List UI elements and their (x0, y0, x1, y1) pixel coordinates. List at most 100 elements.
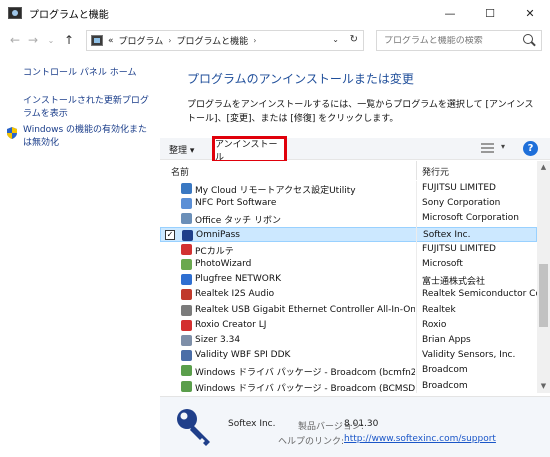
photo-icon (181, 259, 192, 270)
control-panel-folder-icon (91, 35, 103, 46)
breadcrumb-programs[interactable]: プログラム (119, 34, 164, 47)
installed-updates-link[interactable]: インストールされた更新プログラムを表示 (23, 95, 155, 121)
program-row[interactable]: PCカルテ FUJITSU LIMITED (160, 242, 537, 257)
help-icon[interactable]: ? (523, 141, 538, 156)
window-title: プログラムと機能 (29, 9, 109, 21)
left-pane: コントロール パネル ホーム インストールされた更新プログラムを表示 Windo… (0, 54, 160, 457)
program-name: Roxio Creator LJ (195, 319, 267, 330)
program-name: Plugfree NETWORK (195, 274, 282, 285)
ethernet-icon (181, 304, 192, 316)
pc-karte-icon (181, 243, 192, 255)
address-bar[interactable]: « プログラム › プログラムと機能 › ⌄ ↻ (86, 30, 364, 51)
refresh-icon[interactable]: ↻ (350, 34, 358, 45)
program-row[interactable]: Realtek I2S Audio Realtek Semiconductor C… (160, 287, 537, 302)
program-name: PCカルテ (195, 246, 234, 257)
program-row[interactable]: ✓ OmniPass Softex Inc. (160, 226, 537, 242)
program-name: Windows ドライバ パッケージ - Broadcom (BCMSDH4..… (195, 383, 415, 393)
program-publisher: FUJITSU LIMITED (422, 183, 496, 193)
office-icon (181, 213, 192, 225)
program-publisher: Softex Inc. (423, 229, 471, 240)
search-box[interactable] (376, 30, 542, 51)
program-row[interactable]: Validity WBF SPI DDK Validity Sensors, In… (160, 348, 537, 363)
program-publisher: Microsoft (422, 259, 463, 269)
row-checkbox[interactable]: ✓ (165, 229, 175, 240)
program-list: My Cloud リモートアクセス設定Utility FUJITSU LIMITE… (160, 181, 537, 393)
program-row[interactable]: My Cloud リモートアクセス設定Utility FUJITSU LIMITE… (160, 181, 537, 196)
close-button[interactable]: ✕ (510, 0, 550, 26)
shield-icon (7, 127, 17, 139)
page-description: プログラムをアンインストールするには、一覧からプログラムを選択して [アンインス… (187, 100, 534, 124)
history-dropdown-icon[interactable]: ⌄ (42, 30, 60, 50)
details-pane: Softex Inc. 製品バージョン: 8.01.30 ヘルプのリンク: ht… (160, 396, 550, 457)
up-arrow-icon[interactable]: ↑ (60, 30, 78, 50)
program-name: Realtek USB Gigabit Ethernet Controller … (195, 304, 415, 315)
forward-arrow-icon[interactable]: → (24, 30, 42, 50)
program-row[interactable]: PhotoWizard Microsoft (160, 257, 537, 272)
program-publisher: 富士通株式会社 (422, 277, 486, 288)
program-name: My Cloud リモートアクセス設定Utility (195, 186, 356, 196)
version-value: 8.01.30 (344, 419, 379, 429)
program-row[interactable]: Plugfree NETWORK 富士通株式会社 (160, 272, 537, 287)
control-panel-home-link[interactable]: コントロール パネル ホーム (23, 67, 136, 80)
program-publisher: Broadcom (422, 365, 468, 376)
chevron-right-icon[interactable]: › (168, 36, 171, 45)
network-icon (181, 274, 192, 286)
help-link-label: ヘルプのリンク: (278, 437, 345, 447)
list-header: 名前 発行元 (160, 161, 550, 180)
search-input[interactable] (384, 35, 514, 46)
program-name: NFC Port Software (195, 198, 277, 209)
breadcrumb-programs-and-features[interactable]: プログラムと機能 (176, 34, 248, 47)
search-icon[interactable] (523, 34, 533, 44)
program-publisher: Validity Sensors, Inc. (422, 350, 516, 361)
driver-icon (181, 365, 192, 377)
maximize-button[interactable]: ☐ (470, 0, 510, 26)
program-row[interactable]: NFC Port Software Sony Corporation (160, 196, 537, 211)
program-row[interactable]: Windows ドライバ パッケージ - Broadcom (BCMSDH4..… (160, 379, 537, 393)
nfc-icon (181, 198, 192, 210)
back-arrow-icon[interactable]: ← (6, 30, 24, 50)
column-divider (416, 181, 417, 393)
organize-button[interactable]: 整理 ▾ (169, 143, 194, 156)
program-row[interactable]: Roxio Creator LJ Roxio (160, 318, 537, 333)
chevron-right-icon[interactable]: › (253, 36, 256, 45)
vertical-scrollbar[interactable]: ▲ ▼ (537, 161, 550, 393)
windows-features-link[interactable]: Windows の機能の有効化または無効化 (23, 124, 155, 150)
sizer-icon (181, 335, 192, 346)
program-publisher: Microsoft Corporation (422, 213, 519, 224)
column-header-name[interactable]: 名前 (171, 165, 189, 178)
chevron-down-icon[interactable]: ▾ (501, 142, 505, 151)
view-options-icon[interactable] (481, 143, 494, 153)
publisher-name: Softex Inc. (228, 419, 276, 429)
program-publisher: Roxio (422, 319, 447, 330)
uninstall-button[interactable]: アンインストール (212, 136, 287, 163)
scroll-up-icon[interactable]: ▲ (537, 161, 550, 174)
program-name: PhotoWizard (195, 259, 252, 269)
program-name: Validity WBF SPI DDK (195, 350, 291, 361)
program-row[interactable]: Windows ドライバ パッケージ - Broadcom (bcmfn2) S… (160, 363, 537, 378)
program-name: Windows ドライバ パッケージ - Broadcom (bcmfn2) S… (195, 368, 415, 379)
program-name: Sizer 3.34 (195, 335, 241, 345)
chevron-down-icon[interactable]: ⌄ (332, 35, 339, 44)
scroll-thumb[interactable] (539, 264, 548, 327)
program-row[interactable]: Realtek USB Gigabit Ethernet Controller … (160, 303, 537, 318)
page-title: プログラムのアンインストールまたは変更 (187, 72, 414, 86)
program-publisher: Sony Corporation (422, 198, 501, 209)
breadcrumb-overflow[interactable]: « (108, 36, 114, 46)
program-publisher: FUJITSU LIMITED (422, 243, 496, 254)
program-publisher: Realtek Semiconductor Corp. (422, 289, 537, 300)
help-link[interactable]: http://www.softexinc.com/support (344, 434, 496, 444)
program-name: Office タッチ リボン (195, 216, 281, 227)
column-divider[interactable] (416, 161, 417, 180)
program-row[interactable]: Office タッチ リボン Microsoft Corporation (160, 211, 537, 226)
program-row[interactable]: Sizer 3.34 Brian Apps (160, 333, 537, 348)
control-panel-icon (8, 7, 22, 19)
minimize-button[interactable]: — (430, 0, 470, 26)
column-header-publisher[interactable]: 発行元 (422, 165, 449, 178)
program-name: OmniPass (196, 229, 240, 240)
scroll-down-icon[interactable]: ▼ (537, 380, 550, 393)
command-bar: 整理 ▾ アンインストール ▾ ? (160, 136, 550, 163)
program-publisher: Brian Apps (422, 335, 471, 345)
key-icon (177, 409, 210, 446)
roxio-icon (181, 319, 192, 331)
cloud-icon (181, 183, 192, 194)
